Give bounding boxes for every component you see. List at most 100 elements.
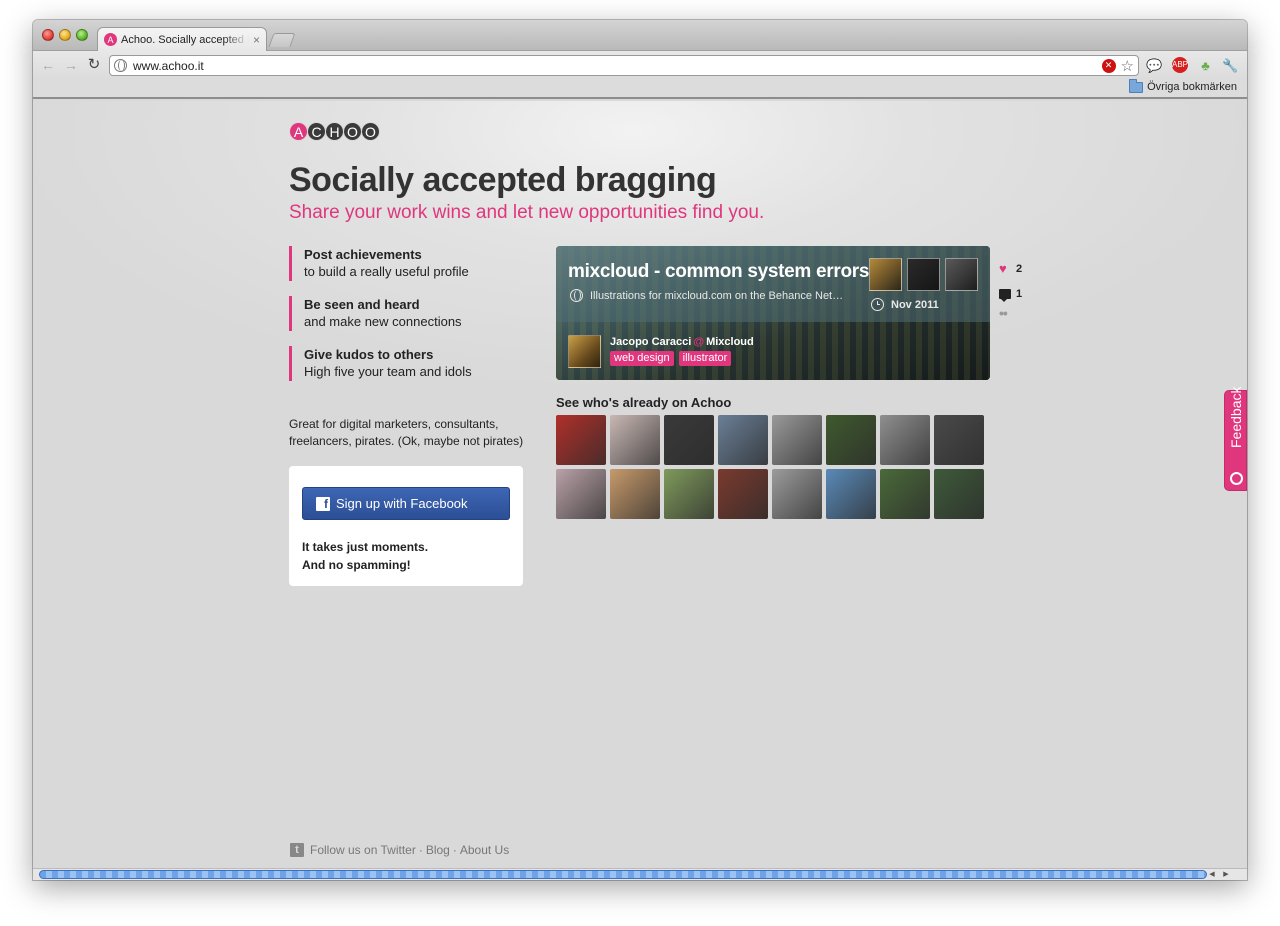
author-company[interactable]: Mixcloud	[706, 336, 754, 348]
avatar[interactable]	[826, 469, 876, 519]
avatar[interactable]	[664, 469, 714, 519]
author-name[interactable]: Jacopo Caracci	[610, 336, 691, 348]
achoo-logo[interactable]: A C H O O	[289, 122, 380, 141]
avatar[interactable]	[934, 469, 984, 519]
browser-toolbar: ← → ↻ www.achoo.it ✕ ☆ 💬 ABP ♣ 🔧	[33, 51, 1247, 79]
facebook-signup-button[interactable]: f Sign up with Facebook	[302, 487, 510, 520]
signup-note-line: It takes just moments.	[302, 540, 429, 554]
chat-extension-icon[interactable]: 💬	[1146, 57, 1163, 74]
avatar[interactable]	[869, 258, 902, 291]
achoo-favicon-icon: A	[104, 33, 117, 46]
scroll-right-icon[interactable]: ▶	[1219, 869, 1233, 880]
comment-icon	[999, 288, 1011, 302]
tag-web-design[interactable]: web design	[610, 351, 674, 366]
about-us-link[interactable]: About Us	[460, 843, 509, 857]
avatar[interactable]	[556, 415, 606, 465]
feature-desc: and make new connections	[304, 314, 462, 329]
avatar[interactable]	[556, 469, 606, 519]
avatar[interactable]	[907, 258, 940, 291]
likes-count: 2	[1016, 262, 1023, 275]
more-icon[interactable]: ••	[999, 306, 1022, 320]
avatar[interactable]	[880, 469, 930, 519]
signup-box: f Sign up with Facebook It takes just mo…	[289, 466, 523, 586]
logo-letter: C	[307, 122, 326, 141]
avatar[interactable]	[880, 415, 930, 465]
back-arrow-icon[interactable]: ←	[39, 56, 57, 74]
tab-achoo[interactable]: A Achoo. Socially accepted bragging ×	[97, 27, 267, 51]
author-avatar[interactable]	[568, 335, 601, 368]
globe-icon	[570, 289, 583, 302]
feedback-icon	[1230, 472, 1243, 485]
feature-title: Give kudos to others	[304, 347, 434, 362]
signup-note: It takes just moments. And no spamming!	[302, 538, 428, 574]
folder-icon	[1129, 78, 1144, 93]
likes-stat[interactable]: ♥ 2	[999, 256, 1022, 281]
avatar[interactable]	[610, 415, 660, 465]
address-bar[interactable]: www.achoo.it ✕ ☆	[109, 55, 1139, 76]
feedback-tab[interactable]: Feedback	[1224, 386, 1247, 491]
feature-title: Be seen and heard	[304, 297, 420, 312]
minimize-window-button[interactable]	[59, 29, 71, 41]
signup-note-line: And no spamming!	[302, 558, 411, 572]
blog-link[interactable]: Blog	[426, 843, 450, 857]
close-tab-icon[interactable]: ×	[253, 33, 260, 47]
card-link-text[interactable]: Illustrations for mixcloud.com on the Be…	[590, 290, 843, 302]
feedback-label: Feedback	[1228, 386, 1244, 448]
new-tab-button[interactable]	[268, 33, 296, 47]
zoom-window-button[interactable]	[76, 29, 88, 41]
horizontal-scrollbar[interactable]: ◀ ▶	[33, 868, 1247, 880]
audience-blurb: Great for digital marketers, consultants…	[289, 417, 524, 448]
comments-count: 1	[1016, 287, 1023, 300]
avatar[interactable]	[718, 469, 768, 519]
facebook-signup-label: Sign up with Facebook	[336, 496, 468, 511]
tag-illustrator[interactable]: illustrator	[678, 351, 732, 366]
page-info-globe-icon[interactable]	[114, 59, 127, 72]
url-text[interactable]: www.achoo.it	[133, 59, 1102, 73]
avatar[interactable]	[934, 415, 984, 465]
page-headline: Socially accepted bragging	[289, 161, 717, 199]
footer: t Follow us on Twitter · Blog · About Us	[290, 843, 509, 857]
bookmark-star-icon[interactable]: ☆	[1121, 57, 1134, 75]
card-contributors	[869, 258, 983, 291]
tab-title: Achoo. Socially accepted bragging	[121, 33, 249, 46]
feature-title: Post achievements	[304, 247, 422, 262]
card-author: Jacopo Caracci @ Mixcloud	[610, 336, 754, 348]
featured-achievement-card[interactable]: mixcloud - common system errors Illustra…	[556, 246, 990, 380]
avatar[interactable]	[610, 469, 660, 519]
feature-desc: to build a really useful profile	[304, 264, 469, 279]
card-link[interactable]: Illustrations for mixcloud.com on the Be…	[570, 289, 843, 302]
avatar[interactable]	[772, 469, 822, 519]
people-heading: See who's already on Achoo	[556, 395, 732, 410]
avatar[interactable]	[664, 415, 714, 465]
feature-post-achievements: Post achievements to build a really usef…	[289, 246, 519, 281]
wrench-menu-icon[interactable]: 🔧	[1222, 57, 1239, 74]
card-date-text: Nov 2011	[891, 298, 939, 311]
avatar[interactable]	[826, 415, 876, 465]
reload-icon[interactable]: ↻	[85, 56, 103, 74]
forward-arrow-icon[interactable]: →	[62, 56, 80, 74]
avatar[interactable]	[945, 258, 978, 291]
scrollbar-thumb[interactable]	[39, 870, 1207, 879]
tree-extension-icon[interactable]: ♣	[1197, 57, 1214, 74]
heart-icon: ♥	[999, 261, 1007, 276]
twitter-link[interactable]: Follow us on Twitter	[310, 843, 416, 857]
comments-stat[interactable]: 1	[999, 281, 1022, 306]
other-bookmarks-folder[interactable]: Övriga bokmärken	[1129, 78, 1237, 93]
card-date: Nov 2011	[871, 298, 939, 311]
avatar[interactable]	[718, 415, 768, 465]
avatar[interactable]	[772, 415, 822, 465]
scroll-left-icon[interactable]: ◀	[1205, 869, 1219, 880]
page-subheadline: Share your work wins and let new opportu…	[289, 202, 765, 223]
bookmarks-bar: Övriga bokmärken	[33, 78, 1247, 99]
close-window-button[interactable]	[42, 29, 54, 41]
logo-letter: O	[343, 122, 362, 141]
adblock-extension-icon[interactable]: ABP	[1172, 57, 1188, 73]
tab-strip: A Achoo. Socially accepted bragging ×	[33, 20, 1247, 51]
feature-give-kudos: Give kudos to others High five your team…	[289, 346, 519, 381]
people-grid	[556, 415, 990, 519]
card-title[interactable]: mixcloud - common system errors	[568, 261, 869, 283]
logo-letter: O	[361, 122, 380, 141]
blocked-content-icon[interactable]: ✕	[1101, 58, 1116, 73]
twitter-icon[interactable]: t	[290, 843, 304, 857]
feature-desc: High five your team and idols	[304, 364, 472, 379]
